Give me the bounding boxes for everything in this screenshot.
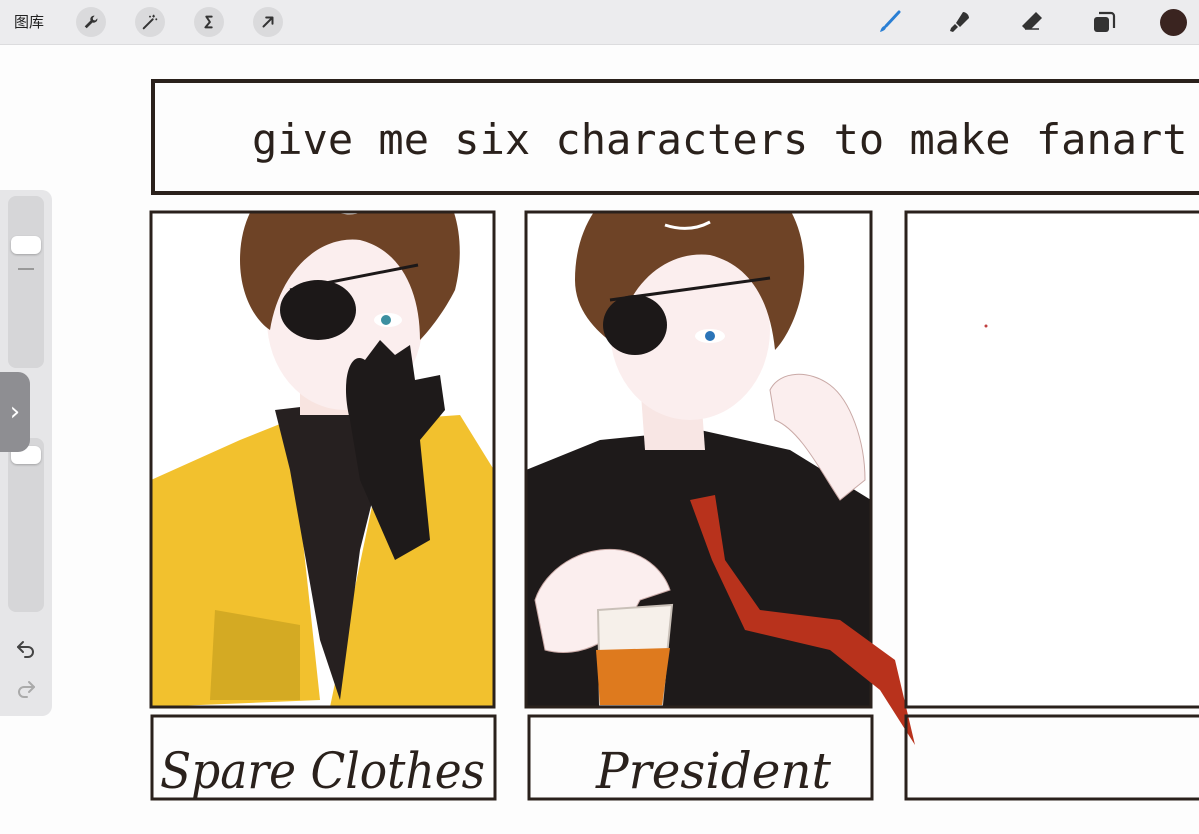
chevron-right-icon: › bbox=[9, 397, 21, 427]
panel-3-frame bbox=[904, 210, 1199, 709]
smudge-icon[interactable] bbox=[946, 8, 974, 36]
brush-size-thumb[interactable] bbox=[11, 236, 41, 254]
artwork-title: give me six characters to make fanart of… bbox=[252, 115, 1199, 164]
left-sidebar bbox=[0, 190, 52, 716]
sidebar-collapse-handle[interactable]: › bbox=[0, 372, 30, 452]
magic-wand-icon[interactable] bbox=[135, 7, 165, 37]
gallery-button[interactable]: 图库 bbox=[14, 11, 44, 32]
color-picker-swatch[interactable] bbox=[1160, 9, 1187, 36]
drawing-canvas[interactable]: give me six characters to make fanart of… bbox=[0, 45, 1199, 834]
panel-2-label: President bbox=[595, 742, 832, 800]
label-box-3 bbox=[904, 714, 1199, 801]
undo-icon[interactable] bbox=[14, 636, 38, 660]
artwork: give me six characters to make fanart of… bbox=[149, 79, 1199, 801]
opacity-slider[interactable] bbox=[8, 438, 44, 612]
panel-1-label: Spare Clothes bbox=[160, 742, 485, 800]
eraser-icon[interactable] bbox=[1018, 8, 1046, 36]
selection-icon[interactable] bbox=[194, 7, 224, 37]
layers-icon[interactable] bbox=[1090, 8, 1118, 36]
wrench-icon[interactable] bbox=[76, 7, 106, 37]
top-toolbar: 图库 bbox=[0, 0, 1199, 45]
transform-arrow-icon[interactable] bbox=[253, 7, 283, 37]
panel-1-illustration bbox=[151, 212, 494, 707]
redo-icon[interactable] bbox=[14, 676, 38, 700]
brush-size-slider[interactable] bbox=[8, 196, 44, 368]
brush-icon[interactable] bbox=[876, 8, 904, 36]
